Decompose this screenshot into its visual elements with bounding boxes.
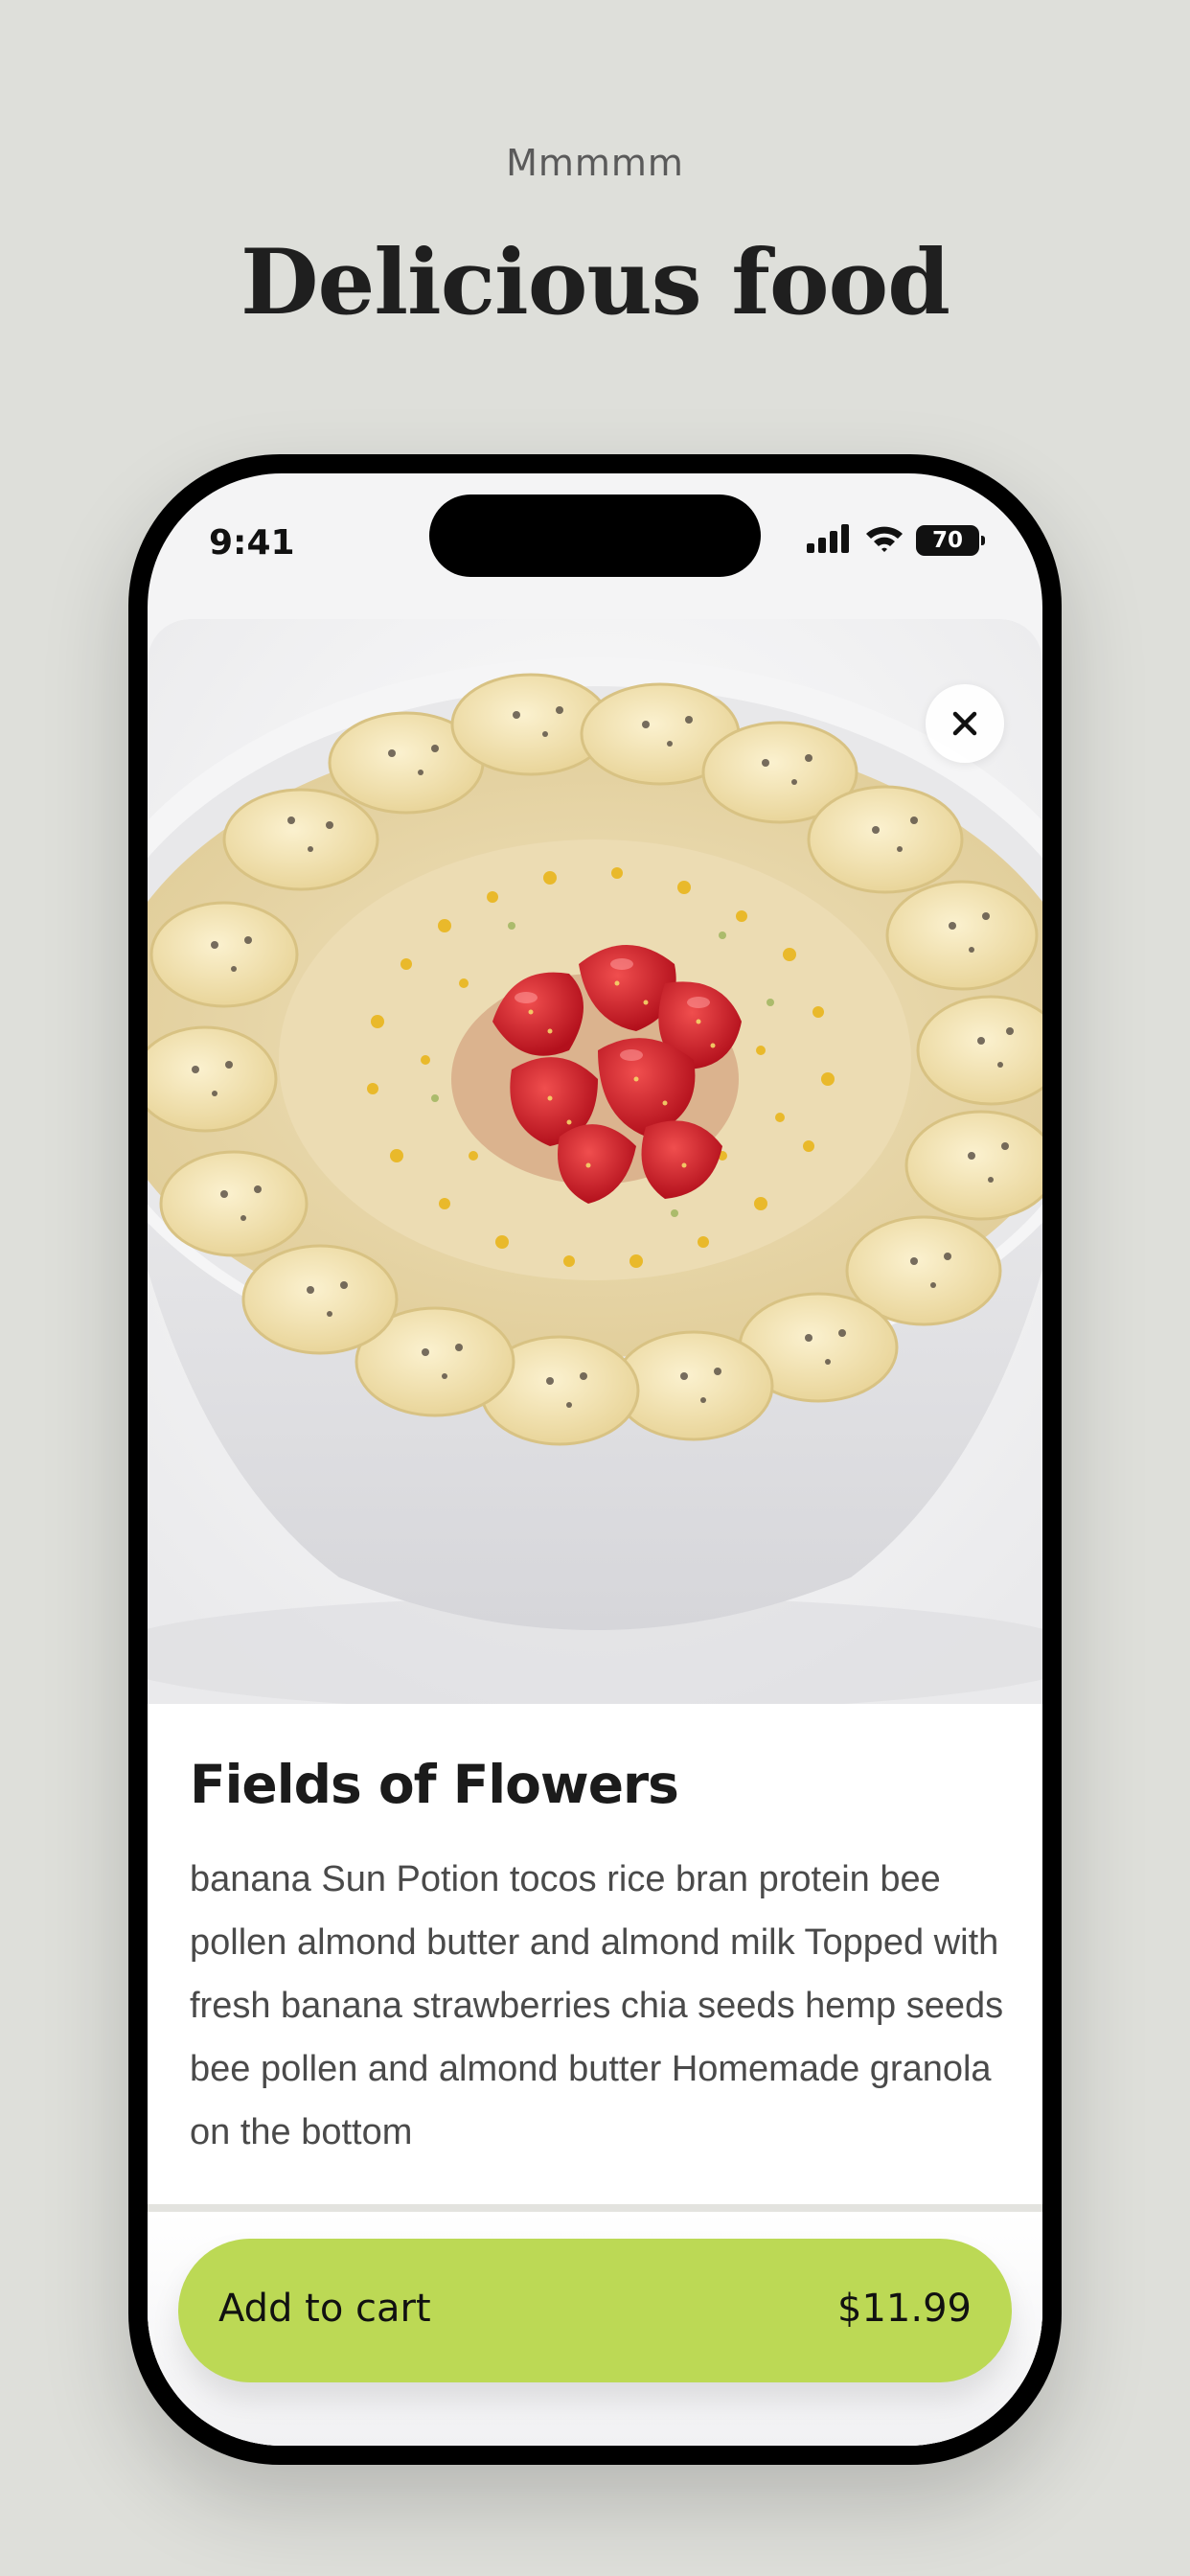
close-button[interactable] xyxy=(926,684,1004,763)
product-description: banana Sun Potion tocos rice bran protei… xyxy=(190,1859,1004,2152)
status-bar: 9:41 70 xyxy=(148,473,1042,617)
eyebrow-text: Mmmmm xyxy=(506,142,684,184)
close-icon xyxy=(950,709,979,738)
page-headline: Delicious food xyxy=(240,230,950,335)
acai-bowl-image xyxy=(148,619,1042,1704)
signal-icon xyxy=(807,523,853,558)
add-to-cart-button[interactable]: Add to cart $11.99 xyxy=(178,2239,1012,2382)
price-label: $11.99 xyxy=(837,2287,972,2331)
status-time: 9:41 xyxy=(209,523,295,563)
phone-screen: 9:41 70 Fields of Flowers banana Sun Pot… xyxy=(148,473,1042,2446)
add-to-cart-label: Add to cart xyxy=(218,2287,431,2331)
phone-frame: 9:41 70 Fields of Flowers banana Sun Pot… xyxy=(128,454,1062,2465)
wifi-icon xyxy=(864,524,904,558)
dynamic-island xyxy=(429,494,761,577)
battery-icon: 70 xyxy=(916,525,985,556)
product-sheet: Fields of Flowers banana Sun Potion toco… xyxy=(148,619,1042,2446)
product-title: Fields of Flowers xyxy=(190,1754,679,1815)
status-icons: 70 xyxy=(807,521,985,560)
divider xyxy=(148,2204,1042,2212)
product-details: Fields of Flowers banana Sun Potion toco… xyxy=(148,1704,1042,2212)
